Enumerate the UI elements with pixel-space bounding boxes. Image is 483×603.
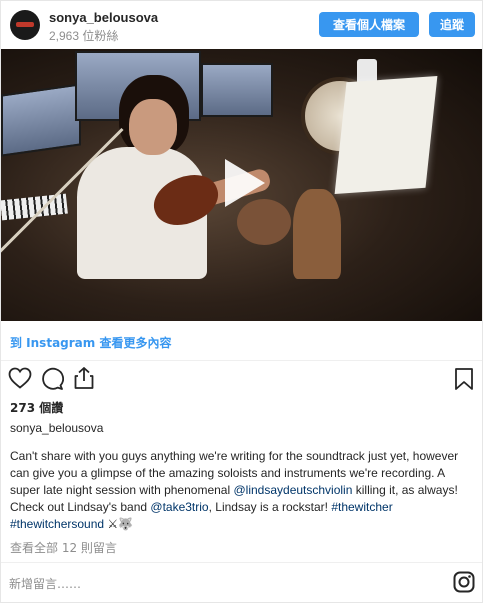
follower-count: 2,963 位粉絲 bbox=[49, 29, 119, 43]
username[interactable]: sonya_belousova bbox=[49, 10, 158, 25]
view-more-label[interactable]: 到 Instagram 查看更多內容 bbox=[10, 334, 171, 351]
studio-monitor bbox=[201, 63, 273, 117]
caption-text: Can't share with you guys anything we're… bbox=[10, 448, 475, 533]
view-profile-button[interactable]: 查看個人檔案 bbox=[319, 12, 419, 37]
comment-placeholder[interactable]: 新增留言…… bbox=[9, 575, 81, 592]
share-icon[interactable] bbox=[72, 366, 96, 395]
percussion-drum bbox=[293, 189, 341, 279]
studio-monitor bbox=[1, 83, 81, 157]
hashtag-link[interactable]: #thewitchersound bbox=[10, 517, 104, 531]
hashtag-link[interactable]: #thewitcher bbox=[331, 500, 392, 514]
instagram-embed-card: sonya_belousova 2,963 位粉絲 查看個人檔案 追蹤 到 In… bbox=[0, 0, 483, 603]
caption-username[interactable]: sonya_belousova bbox=[10, 421, 103, 435]
mention-link[interactable]: @lindsaydeutschviolin bbox=[233, 483, 352, 497]
view-more-link[interactable]: 到 Instagram 查看更多內容 bbox=[1, 321, 482, 361]
play-icon[interactable] bbox=[211, 153, 269, 211]
comment-icon[interactable] bbox=[40, 367, 64, 396]
add-comment-bar[interactable]: 新增留言…… bbox=[1, 562, 482, 602]
view-all-comments-link[interactable]: 查看全部 12 則留言 bbox=[10, 539, 117, 556]
music-stand bbox=[334, 75, 438, 195]
mention-link[interactable]: @take3trio bbox=[150, 500, 208, 514]
emoji: ⚔🐺 bbox=[107, 517, 134, 531]
like-count[interactable]: 273 個讚 bbox=[10, 399, 63, 416]
post-header: sonya_belousova 2,963 位粉絲 查看個人檔案 追蹤 bbox=[1, 1, 482, 49]
caption-body: , Lindsay is a rockstar! bbox=[208, 500, 332, 514]
avatar[interactable] bbox=[10, 10, 40, 40]
heart-icon[interactable] bbox=[8, 367, 32, 394]
video-media[interactable] bbox=[1, 49, 482, 321]
bookmark-icon[interactable] bbox=[453, 367, 475, 396]
instagram-icon[interactable] bbox=[453, 571, 475, 598]
violinist-face bbox=[129, 99, 177, 155]
follow-button[interactable]: 追蹤 bbox=[429, 12, 475, 37]
